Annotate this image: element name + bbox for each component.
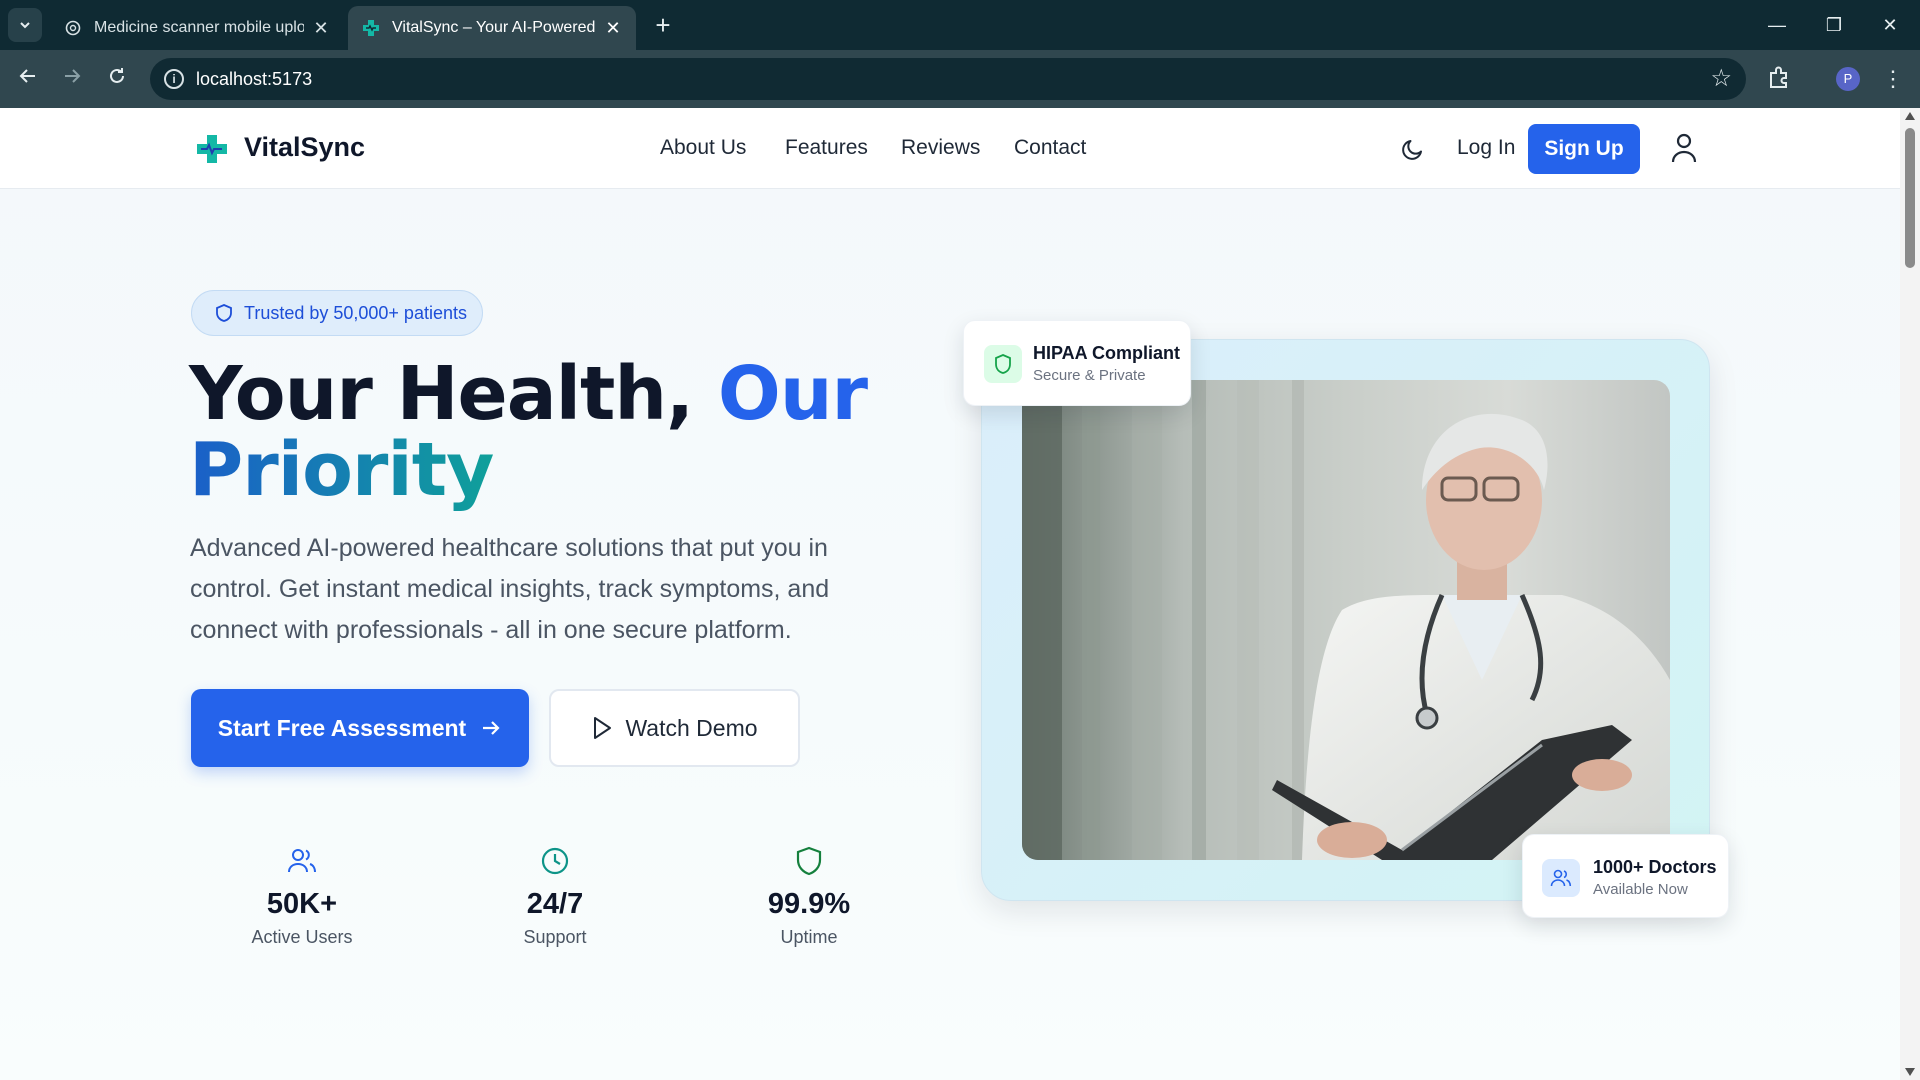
scroll-thumb[interactable] (1905, 128, 1915, 268)
forward-button[interactable] (58, 65, 86, 93)
stat-value: 24/7 (526, 888, 584, 920)
tab-search-button[interactable] (8, 8, 42, 42)
trust-badge-text: Trusted by 50,000+ patients (244, 302, 467, 323)
stat-active-users: 50K+ Active Users (202, 846, 402, 948)
moon-icon[interactable] (1400, 136, 1426, 162)
doctors-title: 1000+ Doctors (1593, 857, 1717, 877)
site-header: VitalSync About Us Features Reviews Cont… (0, 108, 1900, 189)
browser-toolbar: i localhost:5173 ☆ P ⋮ (0, 50, 1920, 108)
page-scrollbar[interactable] (1900, 108, 1920, 1080)
hipaa-subtitle: Secure & Private (1033, 367, 1146, 384)
restore-button[interactable]: ❐ (1814, 10, 1854, 40)
nav-features[interactable]: Features (785, 136, 868, 160)
scroll-up-arrow-icon[interactable] (1905, 112, 1915, 120)
minimize-button[interactable]: — (1757, 10, 1797, 40)
extensions-button[interactable] (1766, 64, 1796, 94)
users-icon (1550, 869, 1572, 887)
trust-badge: Trusted by 50,000+ patients (191, 290, 483, 336)
close-tab-icon[interactable]: ✕ (604, 18, 622, 39)
hero-title-part1: Your Health, (189, 351, 718, 437)
hipaa-icon-wrap (984, 345, 1022, 383)
site-info-icon[interactable]: i (164, 69, 184, 89)
window-close-button[interactable]: ✕ (1870, 10, 1910, 40)
user-icon[interactable] (1670, 132, 1698, 164)
start-assessment-label: Start Free Assessment (217, 714, 467, 741)
reload-icon (110, 68, 124, 83)
tab-title: VitalSync – Your AI-Powered He (392, 19, 596, 36)
nav-contact[interactable]: Contact (1014, 136, 1086, 160)
new-tab-button[interactable]: + (650, 10, 676, 40)
tab-title: Medicine scanner mobile uploa (94, 19, 304, 36)
hipaa-title: HIPAA Compliant (1033, 343, 1180, 363)
clock-icon (541, 847, 569, 875)
arrow-right-icon (65, 69, 81, 83)
url-text: localhost:5173 (196, 69, 313, 89)
hero-title: Your Health, Our Priority (189, 356, 868, 508)
profile-avatar[interactable]: P (1836, 67, 1860, 91)
stat-label: Uptime (780, 927, 838, 947)
reload-button[interactable] (103, 65, 131, 93)
doctors-icon-wrap (1542, 859, 1580, 897)
chevron-down-icon (20, 22, 30, 29)
brand-name[interactable]: VitalSync (244, 132, 365, 163)
play-icon (594, 717, 612, 739)
back-button[interactable] (14, 65, 42, 93)
arrow-right-icon (483, 721, 500, 735)
hipaa-card: HIPAA Compliant Secure & Private (963, 320, 1191, 406)
puzzle-icon (1770, 66, 1787, 88)
doctors-subtitle: Available Now (1593, 881, 1688, 898)
hero-title-part3: Priority (189, 427, 494, 513)
hero-subtitle: Advanced AI-powered healthcare solutions… (190, 534, 830, 644)
shield-icon (995, 354, 1011, 374)
page-viewport: VitalSync About Us Features Reviews Cont… (0, 108, 1900, 1080)
doctor-photo (1022, 380, 1670, 860)
browser-menu-icon[interactable]: ⋮ (1882, 64, 1904, 94)
doctors-card: 1000+ Doctors Available Now (1522, 834, 1729, 918)
users-icon (288, 849, 316, 873)
stat-label: Support (523, 927, 587, 947)
vitalsync-logo-icon (197, 135, 227, 163)
nav-about-us[interactable]: About Us (660, 136, 746, 160)
arrow-left-icon (19, 69, 35, 83)
scroll-down-arrow-icon[interactable] (1905, 1068, 1915, 1076)
shield-icon (216, 304, 232, 322)
doctor-reading-image (1022, 380, 1670, 860)
bookmark-star-icon[interactable]: ☆ (1710, 66, 1732, 92)
stat-uptime: 99.9% Uptime (709, 846, 909, 948)
close-tab-icon[interactable]: ✕ (312, 18, 330, 39)
start-assessment-button[interactable]: Start Free Assessment (191, 689, 529, 767)
nav-reviews[interactable]: Reviews (901, 136, 980, 160)
hero-title-part2: Our (717, 351, 868, 437)
signup-button[interactable]: Sign Up (1528, 124, 1640, 174)
login-link[interactable]: Log In (1457, 136, 1515, 160)
stat-support: 24/7 Support (455, 846, 655, 948)
address-bar[interactable]: i localhost:5173 ☆ (150, 58, 1746, 100)
browser-tab-1[interactable]: Medicine scanner mobile uploa ✕ (50, 6, 344, 50)
stat-value: 50K+ (266, 888, 338, 920)
browser-tab-bar: Medicine scanner mobile uploa ✕ VitalSyn… (0, 0, 1920, 50)
vitalsync-favicon-icon (362, 19, 380, 37)
stat-value: 99.9% (767, 888, 851, 920)
watch-demo-label: Watch Demo (625, 714, 758, 741)
openai-icon (64, 19, 82, 37)
shield-icon (796, 846, 822, 876)
stat-label: Active Users (251, 927, 353, 947)
watch-demo-button[interactable]: Watch Demo (549, 689, 800, 767)
browser-tab-2[interactable]: VitalSync – Your AI-Powered He ✕ (348, 6, 636, 50)
